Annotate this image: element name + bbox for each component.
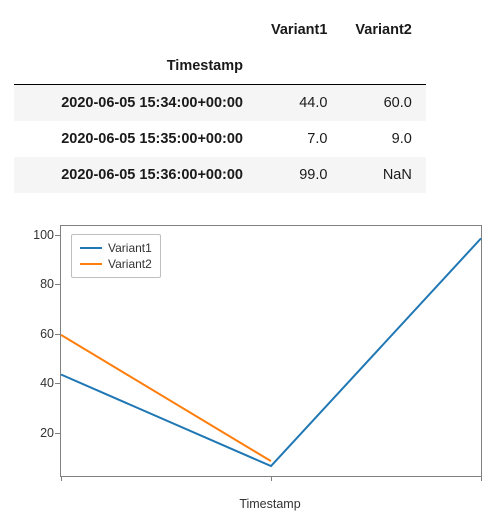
ytick-label: 100 <box>14 228 54 242</box>
legend-entry-variant1: Variant1 <box>80 240 152 256</box>
legend: Variant1 Variant2 <box>71 234 161 278</box>
blank-header <box>14 12 257 48</box>
xtick-mark <box>61 476 62 481</box>
cell-variant2: NaN <box>341 157 425 193</box>
ytick-label: 20 <box>14 426 54 440</box>
series-line-variant2 <box>61 335 271 461</box>
xtick-mark <box>271 476 272 481</box>
index-name-row: Timestamp <box>14 48 426 85</box>
cell-variant2: 60.0 <box>341 85 425 122</box>
plot-area: Variant1 Variant2 <box>60 225 482 477</box>
index-name-cell: Timestamp <box>14 48 257 85</box>
legend-swatch-icon <box>80 263 102 265</box>
cell-variant1: 44.0 <box>257 85 341 122</box>
legend-swatch-icon <box>80 247 102 249</box>
table-row: 2020-06-05 15:34:00+00:00 44.0 60.0 <box>14 85 426 122</box>
cell-variant1: 99.0 <box>257 157 341 193</box>
table-row: 2020-06-05 15:35:00+00:00 7.0 9.0 <box>14 121 426 157</box>
dataframe-table: Variant1 Variant2 Timestamp 2020-06-05 1… <box>14 12 426 193</box>
ytick-label: 60 <box>14 327 54 341</box>
ytick-label: 40 <box>14 376 54 390</box>
cell-variant2: 9.0 <box>341 121 425 157</box>
cell-variant1: 7.0 <box>257 121 341 157</box>
column-header-row: Variant1 Variant2 <box>14 12 426 48</box>
legend-entry-variant2: Variant2 <box>80 256 152 272</box>
x-axis-label: Timestamp <box>60 497 480 511</box>
row-timestamp: 2020-06-05 15:34:00+00:00 <box>14 85 257 122</box>
col-header-variant1: Variant1 <box>257 12 341 48</box>
line-chart: Variant1 Variant2 Timestamp 20 40 60 80 100 <box>14 217 486 513</box>
blank-header <box>257 48 341 85</box>
row-timestamp: 2020-06-05 15:35:00+00:00 <box>14 121 257 157</box>
legend-label: Variant1 <box>108 240 152 256</box>
table-row: 2020-06-05 15:36:00+00:00 99.0 NaN <box>14 157 426 193</box>
xtick-mark <box>481 476 482 481</box>
col-header-variant2: Variant2 <box>341 12 425 48</box>
ytick-label: 80 <box>14 277 54 291</box>
legend-label: Variant2 <box>108 256 152 272</box>
row-timestamp: 2020-06-05 15:36:00+00:00 <box>14 157 257 193</box>
blank-header <box>341 48 425 85</box>
